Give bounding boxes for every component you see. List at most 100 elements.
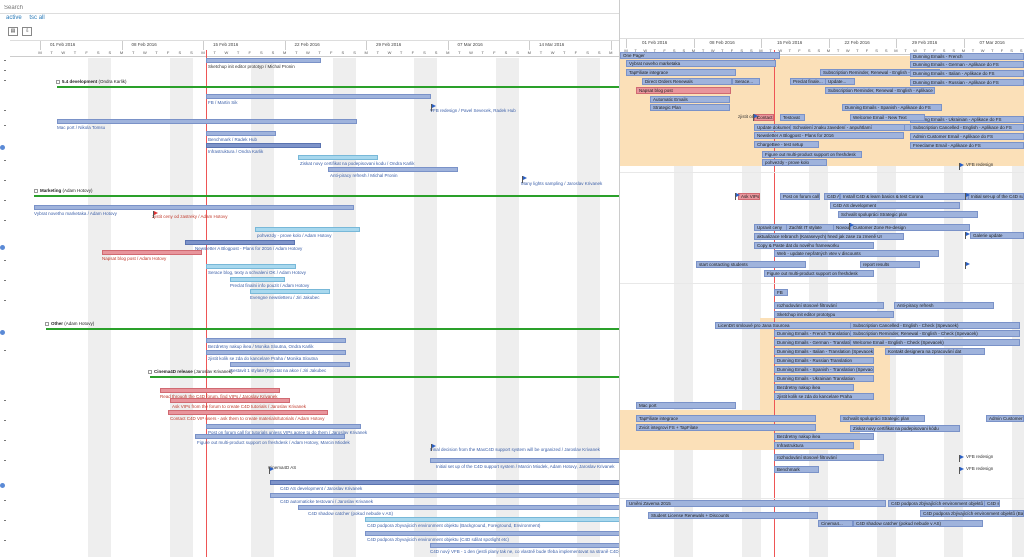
task-bar[interactable]: Update...	[825, 78, 855, 85]
milestone-flag-icon[interactable]	[431, 444, 436, 451]
task-bar[interactable]	[328, 167, 458, 172]
milestone-flag-icon[interactable]	[269, 467, 274, 474]
task-bar[interactable]: Dunning Emails - Spanish - Translation (…	[774, 366, 874, 373]
task-bar[interactable]: zjistit kolik se zda do kancelare Praha	[774, 393, 874, 400]
row-anchor-icon[interactable]	[0, 245, 5, 250]
milestone-flag-icon[interactable]	[959, 467, 964, 474]
task-bar[interactable]: Dunning Emails - Russian - Aplikace do F…	[910, 79, 1024, 86]
task-bar[interactable]: rozhodování stosové filtrování	[774, 454, 884, 461]
task-bar[interactable]: C4D shadow catcher (pokud nebude v AS)	[853, 520, 983, 527]
milestone-flag-icon[interactable]	[849, 223, 854, 230]
task-bar[interactable]: Bezdretny nakup ikea	[774, 384, 854, 391]
milestone-flag-icon[interactable]	[153, 211, 158, 218]
task-bar[interactable]	[206, 131, 276, 136]
task-bar[interactable]: Ask VIPs fro...	[738, 193, 760, 200]
task-bar[interactable]: Sketchup init editor prototypu	[774, 311, 894, 318]
task-bar[interactable]: Anti-piracy refresh	[894, 302, 994, 309]
expand-toggle-icon[interactable]	[34, 188, 38, 193]
milestone-flag-icon[interactable]	[965, 193, 970, 200]
task-bar[interactable]	[206, 58, 321, 63]
task-bar[interactable]: start contacting students	[696, 261, 806, 268]
task-bar[interactable]: Strategic Plan	[650, 104, 730, 111]
task-bar[interactable]: Ziskat novy certifikat na podepisovani k…	[850, 425, 960, 432]
task-bar[interactable]: Schvalit spolupráci Strategic plan	[838, 211, 978, 218]
task-bar[interactable]	[34, 205, 354, 210]
task-bar[interactable]	[206, 143, 321, 148]
search-input[interactable]	[4, 3, 614, 12]
milestone-flag-icon[interactable]	[959, 455, 964, 462]
export-icon[interactable]: ⇩	[22, 27, 33, 36]
milestone-flag-icon[interactable]	[965, 232, 970, 239]
task-bar[interactable]: Customer Zone Re-design	[850, 224, 970, 231]
task-bar[interactable]: C4D AS development	[824, 193, 840, 200]
task-bar[interactable]: ChargeBee - test setup	[754, 141, 819, 148]
task-bar[interactable]: Subscription Cancelled - English - Check…	[850, 322, 1020, 329]
task-bar[interactable]: One Pager	[620, 52, 780, 59]
task-bar[interactable]: Zachtit IT stylate	[786, 224, 834, 231]
filter-tsc-all-link[interactable]: tsc all	[29, 15, 44, 21]
task-bar[interactable]: Dunning Emails - Ukrainian - Aplikace do…	[910, 116, 1024, 123]
group-marketing[interactable]: Marketing (Adam Hotovy)	[34, 188, 93, 193]
group-dev[interactable]: 5.4 development (Ondra Karlik)	[56, 79, 127, 84]
task-bar[interactable]: Serace...	[732, 78, 760, 85]
task-bar[interactable]	[168, 410, 328, 415]
milestone-flag-icon[interactable]	[753, 114, 758, 121]
task-bar[interactable]	[430, 458, 619, 463]
task-bar[interactable]: Subscription Reminder, Renewal - English…	[850, 330, 1020, 337]
task-bar[interactable]: Admin Customer Email - Aplikace do FS	[910, 133, 1024, 140]
task-bar[interactable]: Dunning Emails - German - Aplikace do FS	[910, 61, 1024, 68]
task-bar[interactable]: Kontakt designera na zpracování dat	[885, 348, 985, 355]
milestone-flag-icon[interactable]	[522, 176, 527, 183]
task-bar[interactable]: Post on forum call for tutorials	[780, 193, 820, 200]
task-bar[interactable]: report results	[860, 261, 920, 268]
task-bar[interactable]: Testovat	[780, 114, 805, 121]
task-bar[interactable]: Zvicit integrovi FS + TapFilate	[636, 424, 816, 431]
task-bar[interactable]	[270, 493, 619, 498]
task-bar[interactable]	[298, 505, 619, 510]
group-other[interactable]: Other (Adam Hotovy)	[45, 321, 94, 326]
row-anchor-icon[interactable]	[0, 330, 5, 335]
task-bar[interactable]: pohvezdy - prove kolo	[762, 159, 827, 166]
task-bar[interactable]: Benchmark	[774, 466, 819, 473]
task-bar[interactable]	[270, 480, 619, 485]
task-bar[interactable]: Figure out multi-product support on fres…	[764, 270, 874, 277]
task-bar[interactable]: Uměni Zavema 2015	[626, 500, 886, 507]
row-anchor-icon[interactable]	[0, 483, 5, 488]
task-bar[interactable]: Dunning Emails - Italian - Aplikace do F…	[910, 70, 1024, 77]
task-bar[interactable]	[206, 350, 346, 355]
task-bar[interactable]: Dunning Emails - Italian - Translation (…	[774, 348, 874, 355]
expand-toggle-icon[interactable]	[45, 321, 49, 326]
task-bar[interactable]: Dunning Emails - Ukrainian Translation	[774, 375, 874, 382]
task-bar[interactable]: Bezdretny nakup ikea	[774, 433, 874, 440]
expand-toggle-icon[interactable]	[148, 369, 152, 374]
task-bar[interactable]: Dunning Emails - Russian Translation	[774, 357, 874, 364]
task-bar[interactable]: Schvalení znaku zavedení - anpuhtlamí	[790, 124, 905, 131]
task-bar[interactable]: Newsletter A Blogpost - Plans for 2016	[754, 132, 904, 139]
task-bar[interactable]: Direct Orders Renewals	[642, 78, 732, 85]
task-bar[interactable]: Install C4D & learn basics & test Corona	[840, 193, 970, 200]
task-bar[interactable]	[430, 543, 619, 548]
task-bar[interactable]	[230, 362, 350, 367]
task-bar[interactable]: Subscription Reminder, Renewal - English…	[825, 87, 935, 94]
task-bar[interactable]	[160, 388, 280, 393]
task-bar[interactable]: Napsat blog post	[636, 87, 731, 94]
task-bar[interactable]: TapFiliate integrace	[626, 69, 736, 76]
task-bar[interactable]	[298, 155, 378, 160]
milestone-flag-icon[interactable]	[965, 262, 970, 269]
task-bar[interactable]: Vybrat noveho marketaka	[626, 60, 776, 67]
task-bar[interactable]: aktualizace rebranch (Karasevych) hned j…	[754, 233, 904, 240]
task-bar[interactable]: Schvalit spolupráci Strategic plan	[840, 415, 925, 422]
task-bar[interactable]	[170, 398, 290, 403]
milestone-flag-icon[interactable]	[735, 193, 740, 200]
task-bar[interactable]: Web - update nepřatných vtev v discounts	[774, 250, 939, 257]
task-bar[interactable]: C4D podpora zbývajících environment obje…	[888, 500, 986, 507]
task-bar[interactable]	[255, 227, 360, 232]
task-bar[interactable]	[206, 424, 361, 429]
task-bar[interactable]: Figure out multi-product support on fres…	[762, 151, 862, 158]
row-anchor-icon[interactable]	[0, 145, 5, 150]
task-bar[interactable]: Dunning Emails - French	[910, 53, 1024, 60]
expand-toggle-icon[interactable]	[56, 79, 60, 84]
task-bar[interactable]	[57, 119, 357, 124]
task-bar[interactable]	[206, 338, 346, 343]
task-bar[interactable]: Freeclame Email - Aplikace do FS	[910, 142, 1024, 149]
